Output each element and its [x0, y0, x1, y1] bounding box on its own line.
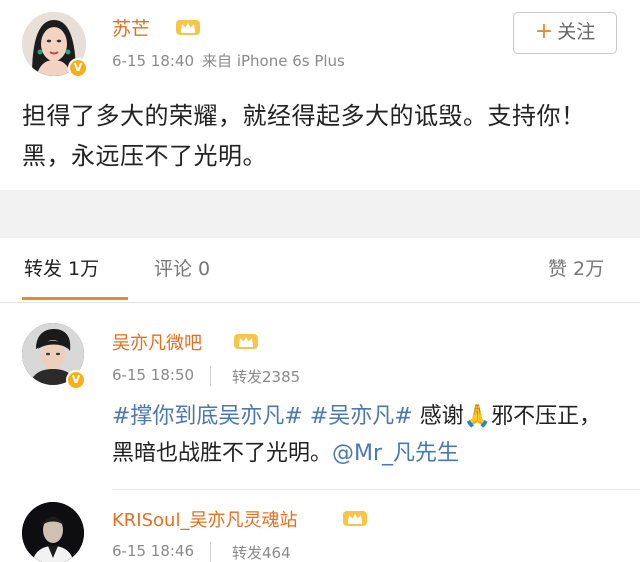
post-text: 担得了多大的荣耀，就经得起多大的诋毁。支持你！黑，永远压不了光明。	[22, 102, 586, 170]
author-name[interactable]: 苏芒	[112, 14, 150, 41]
verified-badge-icon: V	[68, 58, 88, 78]
interaction-tabs: 转发 1万 评论 0 赞 2万	[0, 238, 640, 302]
repost-item[interactable]: V 吴亦凡微吧 6-15 18:50 转发2385 #撑你到底吴亦凡# #吴亦凡…	[0, 303, 640, 489]
pray-emoji-icon: 🙏	[463, 404, 492, 429]
section-separator	[0, 190, 640, 238]
tab-comment[interactable]: 评论 0	[154, 238, 210, 300]
mention-link[interactable]: @Mr_凡先生	[332, 441, 459, 466]
meta-divider	[210, 542, 211, 562]
follow-label: 关注	[557, 21, 596, 43]
post-meta: 6-15 18:40 来自 iPhone 6s Plus	[112, 50, 345, 71]
meta-divider	[210, 366, 211, 386]
tab-repost[interactable]: 转发 1万	[24, 238, 99, 300]
repost-text: #撑你到底吴亦凡# #吴亦凡# 感谢🙏邪不压正，黑暗也战胜不了光明。@Mr_凡先…	[112, 398, 622, 472]
repost-count: 转发2385	[232, 368, 301, 386]
plus-icon: +	[534, 19, 554, 44]
post-source: 来自 iPhone 6s Plus	[202, 52, 345, 70]
follow-button[interactable]: + 关注	[513, 12, 617, 54]
repost-count: 转发464	[232, 544, 291, 562]
weibo-repost-page: V 苏芒 6-15 18:40 来自 iPhone 6s Plus + 关注 担得了…	[0, 0, 640, 562]
crown-vip-icon	[343, 511, 367, 526]
original-post: V 苏芒 6-15 18:40 来自 iPhone 6s Plus + 关注 担得了…	[0, 0, 640, 190]
crown-vip-icon	[176, 20, 200, 35]
crown-vip-icon	[234, 334, 258, 349]
repost-time: 6-15 18:46	[112, 542, 195, 560]
verified-badge-icon: V	[66, 370, 86, 390]
topic-link[interactable]: #撑你到底吴亦凡#	[112, 404, 303, 429]
repost-avatar-image	[22, 502, 84, 562]
repost-author-name[interactable]: KRISoul_吴亦凡灵魂站	[112, 506, 297, 532]
active-tab-indicator	[22, 297, 128, 300]
repost-avatar[interactable]	[22, 502, 84, 562]
tab-like[interactable]: 赞 2万	[548, 238, 604, 300]
repost-item[interactable]: KRISoul_吴亦凡灵魂站 6-15 18:46 转发464	[0, 490, 640, 562]
repost-time: 6-15 18:50	[112, 366, 195, 384]
topic-link[interactable]: #吴亦凡#	[310, 404, 413, 429]
repost-text-thanks: 感谢	[419, 404, 464, 429]
post-time: 6-15 18:40	[112, 52, 195, 70]
repost-author-name[interactable]: 吴亦凡微吧	[112, 329, 202, 355]
author-name-text[interactable]: 苏芒	[112, 18, 150, 40]
